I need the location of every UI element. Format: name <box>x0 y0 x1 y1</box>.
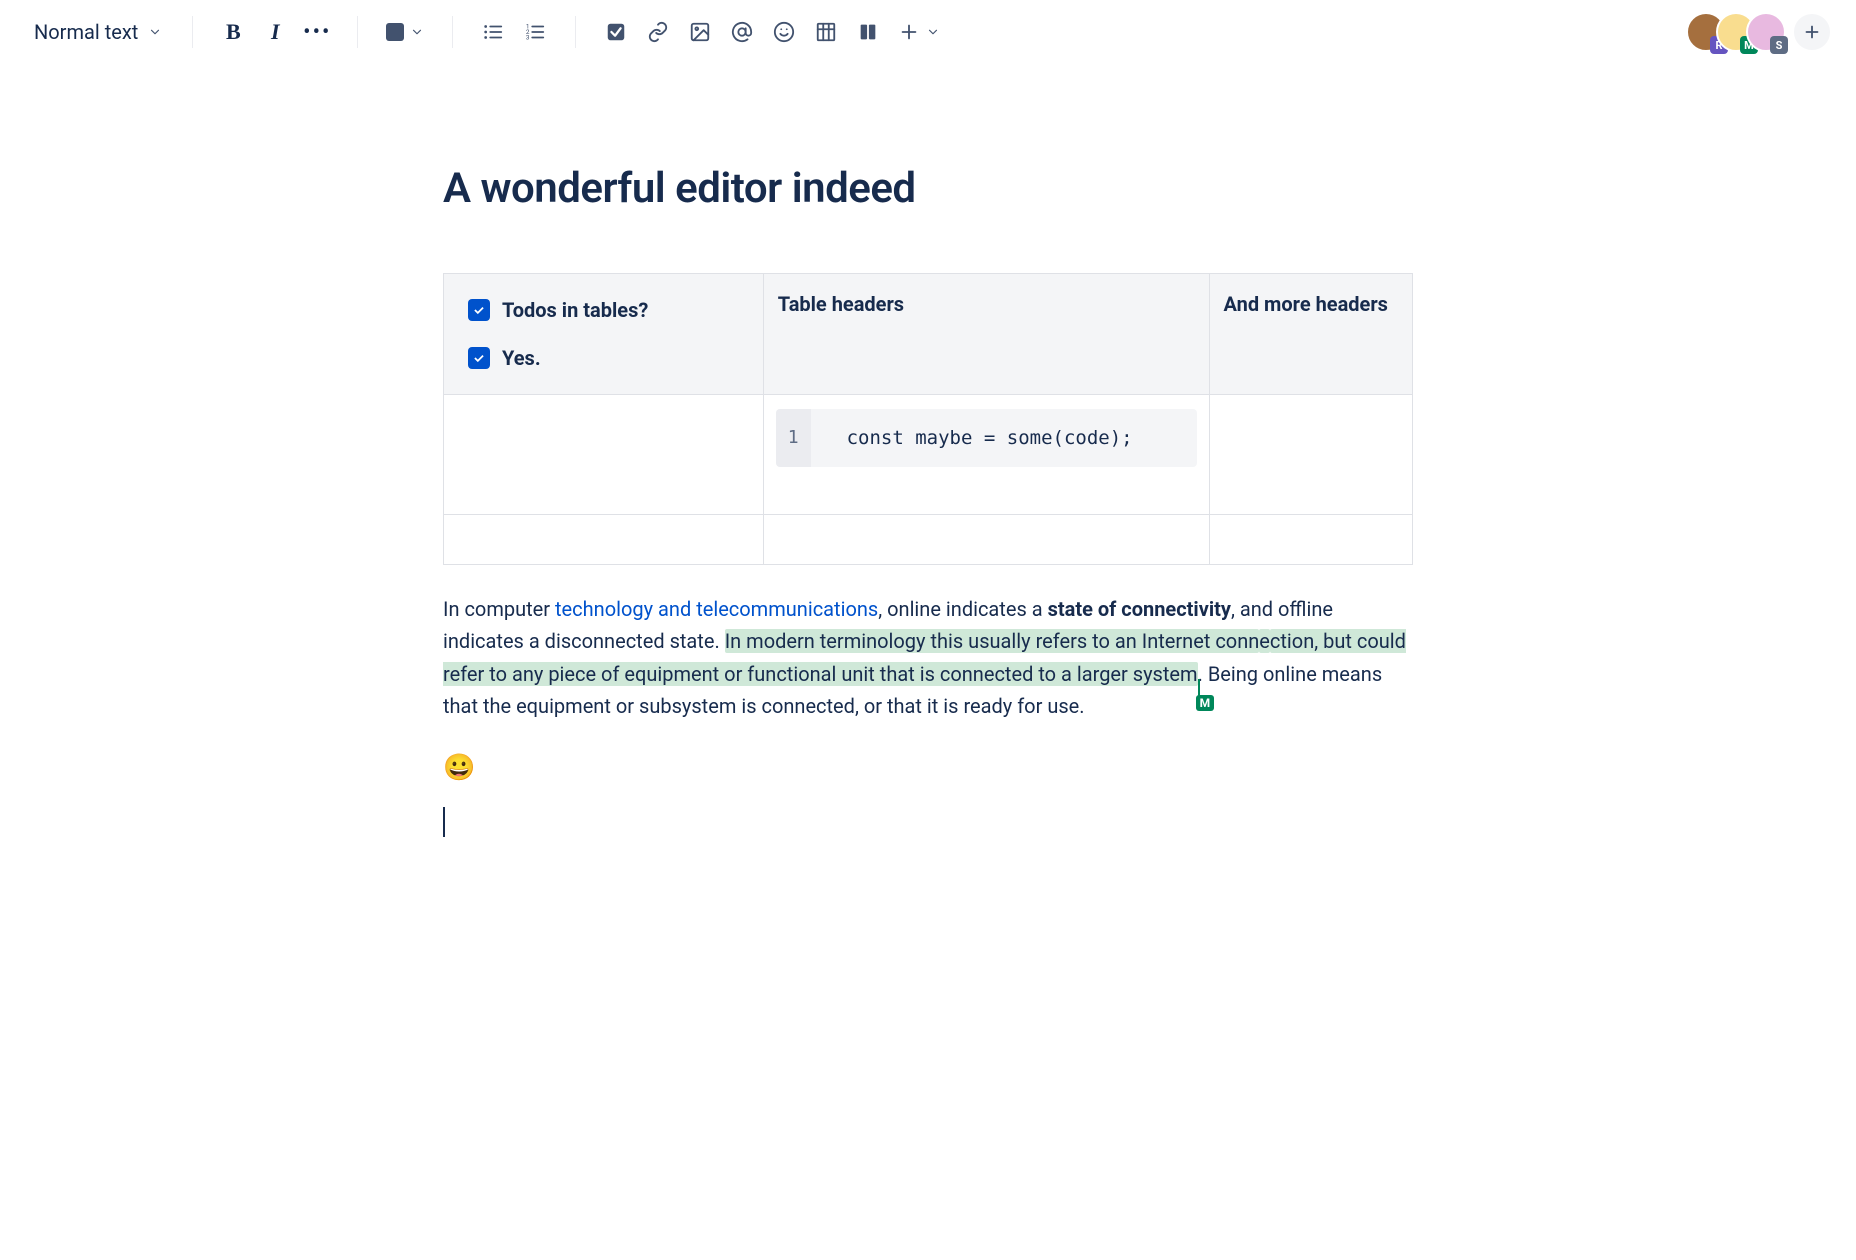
task-checkbox[interactable] <box>468 347 490 369</box>
toolbar-separator <box>357 16 358 48</box>
plus-icon <box>898 21 920 43</box>
table-icon <box>815 21 837 43</box>
text-style-label: Normal text <box>34 20 138 44</box>
table-cell[interactable] <box>763 515 1209 565</box>
table-button[interactable] <box>806 12 846 52</box>
more-icon: ••• <box>303 20 331 45</box>
emoji-grinning: 😀 <box>443 753 475 783</box>
layouts-button[interactable] <box>848 12 888 52</box>
task-item[interactable]: Todos in tables? <box>456 288 751 332</box>
table-header-cell[interactable]: And more headers <box>1209 274 1413 395</box>
task-checkbox[interactable] <box>468 299 490 321</box>
task-label: Todos in tables? <box>502 298 648 322</box>
table-header-cell[interactable]: Todos in tables? Yes. <box>444 274 764 395</box>
text-caret <box>443 807 445 837</box>
chevron-down-icon <box>926 25 940 39</box>
image-icon <box>689 21 711 43</box>
bold-icon: B <box>226 19 241 45</box>
table-cell[interactable]: 1 const maybe = some(code); <box>763 395 1209 515</box>
bullet-list-icon <box>482 21 504 43</box>
text-style-dropdown[interactable]: Normal text <box>24 14 172 50</box>
code-line-number: 1 <box>776 409 811 467</box>
inline-link[interactable]: technology and telecommunications <box>555 597 878 621</box>
bold-button[interactable]: B <box>213 12 253 52</box>
chevron-down-icon <box>148 25 162 39</box>
task-item[interactable]: Yes. <box>456 336 751 380</box>
content-table[interactable]: Todos in tables? Yes. Table headers And … <box>443 273 1413 565</box>
chevron-down-icon <box>410 25 424 39</box>
add-collaborator-button[interactable] <box>1792 12 1832 52</box>
table-cell[interactable] <box>444 395 764 515</box>
table-row: 1 const maybe = some(code); <box>444 395 1413 515</box>
table-row <box>444 515 1413 565</box>
avatar[interactable]: S <box>1746 12 1786 52</box>
table-cell[interactable] <box>444 515 764 565</box>
check-icon <box>472 303 486 317</box>
link-button[interactable] <box>638 12 678 52</box>
link-icon <box>647 21 669 43</box>
task-label: Yes. <box>502 346 541 370</box>
more-formatting-button[interactable]: ••• <box>297 12 337 52</box>
table-cell[interactable] <box>1209 395 1413 515</box>
bullet-list-button[interactable] <box>473 12 513 52</box>
document-body[interactable]: A wonderful editor indeed Todos in table… <box>443 64 1413 961</box>
bold-text: state of connectivity <box>1048 597 1231 621</box>
italic-button[interactable]: I <box>255 12 295 52</box>
at-sign-icon <box>731 21 753 43</box>
svg-text:3: 3 <box>526 33 530 41</box>
action-item-button[interactable] <box>596 12 636 52</box>
emoji-line[interactable]: 😀 <box>443 753 1413 783</box>
table-cell[interactable] <box>1209 515 1413 565</box>
layouts-icon <box>857 21 879 43</box>
mention-button[interactable] <box>722 12 762 52</box>
emoji-button[interactable] <box>764 12 804 52</box>
text-color-button[interactable] <box>378 17 432 47</box>
plus-icon <box>1801 21 1823 43</box>
collaborator-avatars: R M S <box>1696 12 1832 52</box>
code-block[interactable]: 1 const maybe = some(code); <box>776 409 1197 467</box>
toolbar-separator <box>575 16 576 48</box>
table-header-cell[interactable]: Table headers <box>763 274 1209 395</box>
editor-toolbar: Normal text B I ••• 123 <box>0 0 1856 64</box>
remote-selection: In modern terminology this usually refer… <box>725 629 1260 653</box>
italic-icon: I <box>271 19 280 45</box>
insert-menu-button[interactable] <box>890 15 948 49</box>
document-title[interactable]: A wonderful editor indeed <box>443 164 1413 213</box>
color-swatch-icon <box>386 23 404 41</box>
avatar-badge: S <box>1770 36 1788 54</box>
toolbar-separator <box>452 16 453 48</box>
numbered-list-icon: 123 <box>524 21 546 43</box>
checkbox-icon <box>605 21 627 43</box>
paragraph[interactable]: In computer technology and telecommunica… <box>443 593 1413 723</box>
image-button[interactable] <box>680 12 720 52</box>
check-icon <box>472 351 486 365</box>
code-content[interactable]: const maybe = some(code); <box>811 409 1169 467</box>
table-row: Todos in tables? Yes. Table headers And … <box>444 274 1413 395</box>
emoji-icon <box>773 21 795 43</box>
toolbar-separator <box>192 16 193 48</box>
numbered-list-button[interactable]: 123 <box>515 12 555 52</box>
remote-selection: e <box>1259 629 1270 653</box>
